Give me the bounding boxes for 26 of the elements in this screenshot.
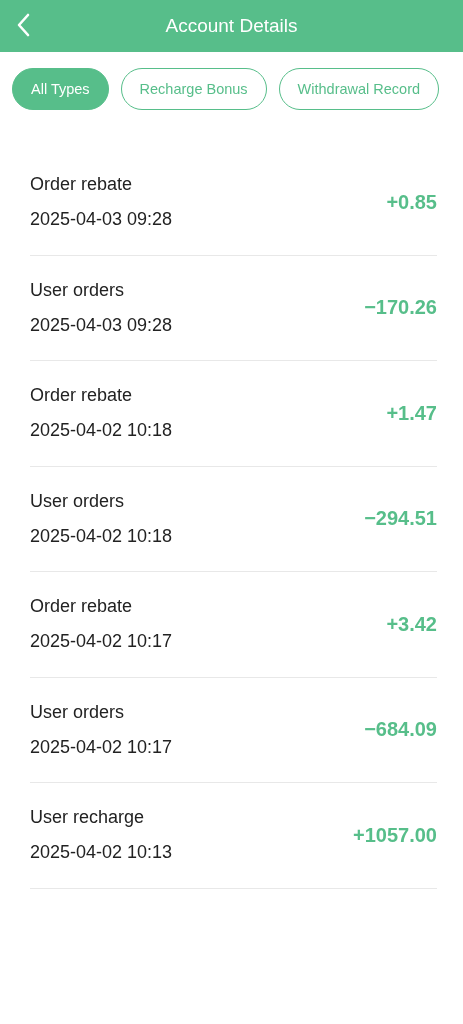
- record-time: 2025-04-03 09:28: [30, 209, 173, 231]
- filter-tab[interactable]: All Types: [12, 68, 109, 110]
- record-type: User orders: [30, 490, 126, 512]
- record-amount: +3.42: [386, 612, 437, 636]
- record-time: 2025-04-02 10:17: [30, 736, 173, 758]
- record-time: 2025-04-02 10:13: [30, 842, 173, 864]
- record-type: Order rebate: [30, 596, 134, 618]
- record-time: 2025-04-02 10:18: [30, 525, 173, 547]
- record-amount: −684.09: [364, 718, 437, 742]
- record-time: 2025-04-02 10:17: [30, 631, 173, 653]
- record-type: Order rebate: [30, 174, 134, 196]
- filter-tab[interactable]: Recharge Bonus: [120, 68, 267, 110]
- record-time: 2025-04-02 10:18: [30, 420, 173, 442]
- record-amount: −170.26: [364, 296, 437, 320]
- filter-tab[interactable]: Withdrawal Record: [278, 68, 440, 110]
- page-title: Account Details: [165, 15, 298, 37]
- record-type: User orders: [30, 701, 126, 723]
- record-type: User orders: [30, 279, 126, 301]
- record-amount: +1057.00: [353, 823, 437, 847]
- record-type: User recharge: [30, 807, 146, 829]
- record-amount: −294.51: [364, 507, 437, 531]
- record-time: 2025-04-03 09:28: [30, 314, 173, 336]
- record-type: Order rebate: [30, 385, 134, 407]
- back-icon[interactable]: [16, 13, 30, 37]
- record-amount: +0.85: [386, 190, 437, 214]
- record-amount: +1.47: [386, 401, 437, 425]
